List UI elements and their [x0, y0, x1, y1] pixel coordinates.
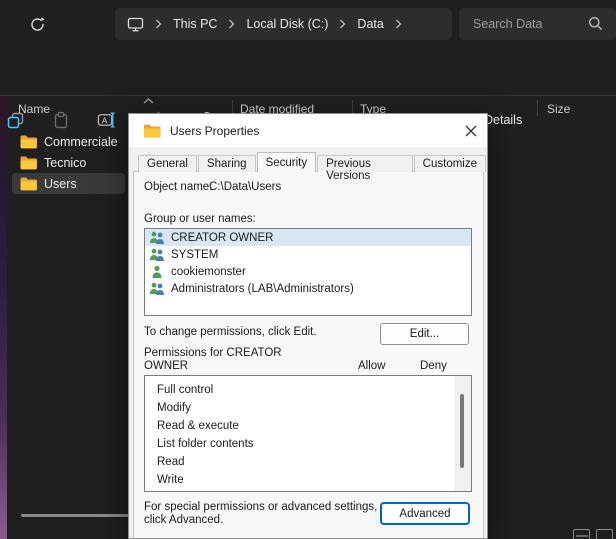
permissions-for-label: Permissions for CREATOR	[144, 347, 282, 359]
folder-row-users[interactable]: Users	[12, 173, 125, 194]
command-bar: A	[0, 48, 616, 96]
group-icon	[149, 282, 165, 295]
sort-ascending-icon	[138, 91, 158, 111]
group-name: Administrators (LAB\Administrators)	[171, 283, 354, 295]
navigation-bar: This PC Local Disk (C:) Data Search Data	[0, 0, 616, 48]
paste-button[interactable]	[51, 110, 71, 130]
permission-row-special-permissions: Special permissions	[145, 489, 453, 492]
rename-icon: A	[97, 111, 117, 129]
chevron-right-icon	[228, 19, 235, 29]
group-name: cookiemonster	[171, 266, 246, 278]
details-view-toggle[interactable]	[573, 529, 590, 539]
advanced-hint-2: click Advanced.	[144, 514, 223, 526]
folder-icon	[20, 177, 37, 191]
group-name: CREATOR OWNER	[171, 232, 273, 244]
permission-row-write: Write	[145, 471, 453, 489]
user-icon	[149, 265, 165, 278]
column-header-name[interactable]: Name	[18, 102, 50, 116]
group-row-cookiemonster[interactable]: cookiemonster	[145, 263, 471, 280]
permission-row-read-execute: Read & execute	[145, 417, 453, 435]
permission-name: Modify	[157, 402, 191, 414]
details-button[interactable]: Details	[484, 113, 522, 127]
refresh-button[interactable]	[26, 13, 48, 35]
group-row-creator-owner[interactable]: CREATOR OWNER	[145, 229, 471, 246]
permission-name: List folder contents	[157, 438, 254, 450]
permission-name: Read & execute	[157, 420, 239, 432]
tab-security[interactable]: Security	[257, 152, 317, 172]
advanced-hint: For special permissions or advanced sett…	[144, 501, 377, 513]
rename-button[interactable]: A	[97, 110, 117, 130]
refresh-icon	[29, 16, 46, 33]
paste-icon	[52, 111, 70, 130]
permissions-for-label-2: OWNER	[144, 360, 188, 372]
chevron-right-icon	[155, 19, 162, 29]
icons-view-toggle[interactable]	[596, 529, 613, 539]
users-properties-dialog: Users Properties General Sharing Securit…	[128, 113, 488, 539]
edit-button[interactable]: Edit...	[380, 323, 469, 345]
permission-name: Write	[157, 474, 184, 486]
chevron-right-icon	[339, 19, 346, 29]
breadcrumb: This PC Local Disk (C:) Data	[115, 8, 452, 40]
edit-hint: To change permissions, click Edit.	[144, 326, 317, 338]
folder-name: Commerciale	[44, 135, 118, 149]
permission-name: Read	[157, 456, 185, 468]
groups-label: Group or user names:	[144, 213, 256, 225]
tab-previous-versions[interactable]: Previous Versions	[317, 155, 413, 172]
permission-row-modify: Modify	[145, 399, 453, 417]
object-name-value: C:\Data\Users	[209, 181, 281, 193]
folder-icon	[20, 135, 37, 149]
deny-column-label: Deny	[420, 360, 447, 372]
group-icon	[149, 248, 165, 261]
breadcrumb-local-disk-c[interactable]: Local Disk (C:)	[246, 17, 328, 31]
group-icon	[149, 231, 165, 244]
permissions-scrollbar[interactable]	[454, 376, 471, 492]
search-input[interactable]: Search Data	[459, 8, 616, 40]
column-divider[interactable]	[537, 100, 538, 116]
folder-row-tecnico[interactable]: Tecnico	[12, 152, 125, 173]
chevron-right-icon	[395, 19, 402, 29]
column-header-size[interactable]: Size	[547, 102, 570, 116]
scrollbar-thumb[interactable]	[460, 394, 464, 468]
permission-row-full-control: Full control	[145, 381, 453, 399]
folder-row-commerciale[interactable]: Commerciale	[12, 131, 125, 152]
allow-column-label: Allow	[358, 360, 385, 372]
dialog-close-button[interactable]	[462, 122, 479, 139]
group-user-list: CREATOR OWNER SYSTEM cookiemonster	[144, 228, 472, 316]
group-row-administrators[interactable]: Administrators (LAB\Administrators)	[145, 280, 471, 297]
screen: This PC Local Disk (C:) Data Search Data	[0, 0, 616, 539]
folder-icon	[20, 156, 37, 170]
folder-name: Users	[44, 177, 77, 191]
group-name: SYSTEM	[171, 249, 218, 261]
tab-customize[interactable]: Customize	[414, 155, 486, 172]
this-pc-icon	[127, 17, 144, 32]
tab-general[interactable]: General	[138, 155, 197, 172]
permissions-list: Full control Modify Read & execute List …	[144, 375, 472, 492]
dialog-title: Users Properties	[170, 124, 259, 138]
permission-row-list-folder-contents: List folder contents	[145, 435, 453, 453]
svg-text:A: A	[102, 115, 108, 125]
permission-name: Full control	[157, 384, 213, 396]
permission-row-read: Read	[145, 453, 453, 471]
dialog-title-bar[interactable]: Users Properties	[129, 114, 487, 147]
search-placeholder: Search Data	[473, 17, 542, 31]
object-name-label: Object name:	[144, 181, 212, 193]
search-icon	[588, 16, 603, 34]
tab-sharing[interactable]: Sharing	[198, 155, 256, 172]
group-row-system[interactable]: SYSTEM	[145, 246, 471, 263]
breadcrumb-this-pc[interactable]: This PC	[173, 17, 217, 31]
folder-name: Tecnico	[44, 156, 86, 170]
advanced-button[interactable]: Advanced	[380, 502, 470, 525]
dialog-tabs: General Sharing Security Previous Versio…	[138, 153, 487, 172]
breadcrumb-data[interactable]: Data	[357, 17, 383, 31]
folder-icon	[143, 124, 161, 138]
close-icon	[465, 125, 477, 137]
